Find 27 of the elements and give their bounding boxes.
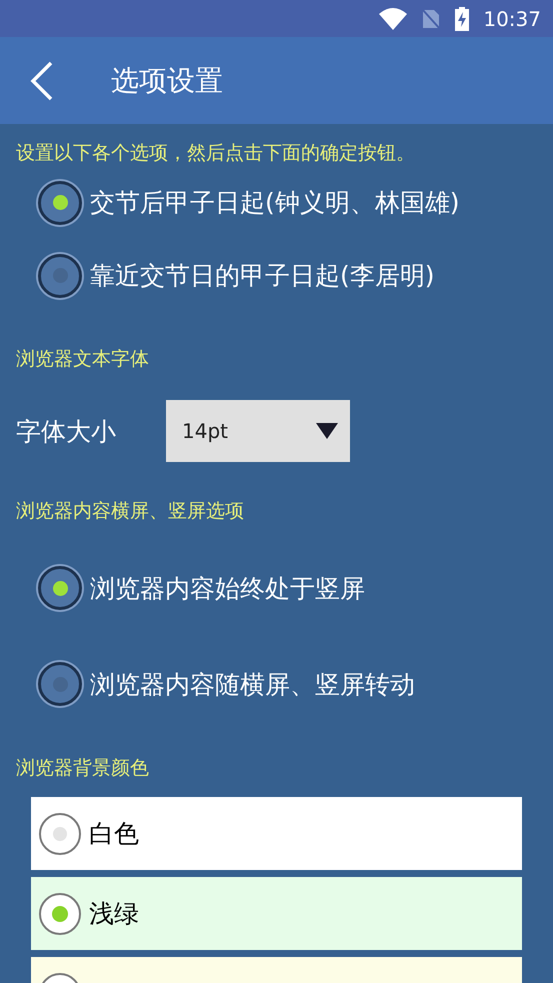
radio-button[interactable] bbox=[38, 180, 82, 224]
clock-time: 10:37 bbox=[483, 6, 541, 30]
caret-icon bbox=[316, 423, 338, 439]
section-heading: 浏览器内容横屏、竖屏选项 bbox=[16, 499, 245, 524]
radio-button[interactable] bbox=[39, 812, 81, 854]
section-heading: 浏览器文本字体 bbox=[16, 347, 150, 372]
section-heading: 浏览器背景颜色 bbox=[16, 756, 150, 781]
option-label: 靠近交节日的甲子日起(李居明) bbox=[90, 260, 435, 292]
color-option[interactable]: 浅绿 bbox=[31, 877, 522, 950]
option-label: 浏览器内容随横屏、竖屏转动 bbox=[90, 668, 415, 700]
option-label: 交节后甲子日起(钟义明、林国雄) bbox=[90, 187, 460, 219]
option-label: 浏览器内容始终处于竖屏 bbox=[90, 572, 365, 604]
no-sim-icon bbox=[421, 8, 442, 30]
section-heading: 设置以下各个选项，然后点击下面的确定按钮。 bbox=[16, 141, 416, 166]
wifi-icon bbox=[379, 8, 408, 30]
page-title: 选项设置 bbox=[111, 62, 223, 98]
radio-button[interactable] bbox=[38, 566, 82, 610]
font-size-dropdown[interactable]: 14pt bbox=[166, 400, 350, 462]
option-label: 浅绿 bbox=[89, 898, 139, 930]
option-label: 白色 bbox=[89, 818, 139, 850]
battery-charging-icon bbox=[455, 6, 470, 30]
radio-button[interactable] bbox=[38, 254, 82, 298]
radio-button[interactable] bbox=[38, 662, 82, 706]
field-label: 字体大小 bbox=[16, 416, 117, 448]
radio-button[interactable] bbox=[39, 892, 81, 934]
back-icon[interactable] bbox=[30, 60, 54, 100]
color-option[interactable]: 白色 bbox=[31, 797, 522, 870]
